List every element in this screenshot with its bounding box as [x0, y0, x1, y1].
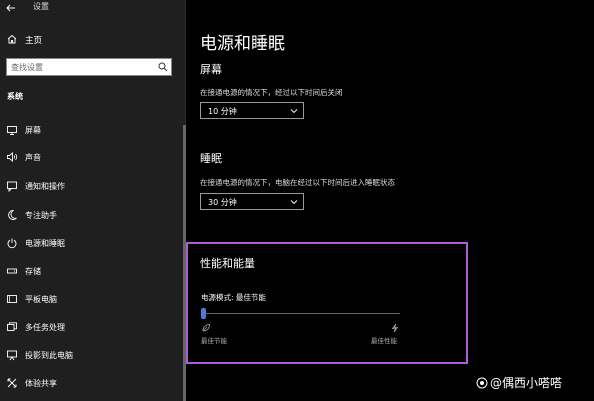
multitask-icon	[7, 322, 17, 331]
sidebar-item-label: 电源和睡眠	[25, 239, 65, 248]
search-icon[interactable]	[158, 62, 168, 72]
tablet-icon	[7, 295, 17, 303]
sidebar-item-label: 屏幕	[25, 126, 41, 135]
sidebar-item-label: 专注助手	[25, 211, 57, 220]
page-title: 电源和睡眠	[200, 34, 285, 54]
back-arrow-icon[interactable]	[5, 2, 17, 14]
sidebar-item-label: 体验共享	[25, 379, 57, 388]
sidebar-item-label: 通知和操作	[25, 182, 65, 191]
sidebar-item-label: 存储	[25, 267, 41, 276]
screen-timeout-dropdown[interactable]: 10 分钟	[200, 102, 304, 119]
sidebar-item-label: 声音	[25, 153, 41, 162]
sidebar-item-multitasking[interactable]: 多任务处理	[0, 316, 183, 338]
watermark: @偶西小嗒嗒	[476, 374, 562, 391]
sidebar: 设置 主页 系统 屏幕 声音 通知和操作	[0, 0, 186, 401]
power-mode-slider[interactable]	[201, 308, 400, 319]
monitor-icon	[7, 126, 17, 135]
screen-timeout-value: 10 分钟	[208, 107, 237, 116]
watermark-text: @偶西小嗒嗒	[490, 376, 563, 390]
sidebar-item-label: 投影到此电脑	[25, 351, 73, 360]
sidebar-item-shared-experiences[interactable]: 体验共享	[0, 372, 183, 394]
screen-heading: 屏幕	[200, 63, 222, 76]
sidebar-item-home[interactable]: 主页	[0, 31, 186, 49]
notification-icon	[7, 181, 17, 192]
search-input[interactable]	[7, 59, 155, 75]
title-bar: 设置	[0, 0, 186, 16]
section-label: 系统	[7, 92, 23, 101]
search-box[interactable]	[6, 58, 172, 76]
project-icon	[7, 350, 17, 361]
power-icon	[7, 238, 17, 249]
storage-icon	[7, 268, 17, 274]
performance-section: 性能和能量 电源模式: 最佳节能 最佳节能 最佳性能	[186, 242, 468, 364]
power-mode-label: 电源模式: 最佳节能	[201, 293, 266, 302]
home-icon	[7, 34, 17, 44]
moon-icon	[8, 210, 17, 220]
chevron-down-icon	[290, 109, 298, 114]
watermark-logo-icon	[476, 377, 488, 389]
sidebar-item-display[interactable]: 屏幕	[0, 119, 183, 141]
sidebar-item-tablet[interactable]: 平板电脑	[0, 288, 183, 310]
sleep-timeout-dropdown[interactable]: 30 分钟	[200, 193, 304, 210]
sidebar-item-label: 多任务处理	[25, 323, 65, 332]
sleep-timeout-value: 30 分钟	[208, 198, 237, 207]
sidebar-item-sound[interactable]: 声音	[0, 146, 183, 168]
home-label: 主页	[25, 36, 43, 46]
sidebar-item-power-sleep[interactable]: 电源和睡眠	[0, 232, 183, 254]
leaf-icon	[202, 324, 210, 332]
sidebar-item-focus-assist[interactable]: 专注助手	[0, 204, 183, 226]
share-icon	[7, 378, 17, 388]
speaker-icon	[7, 152, 18, 162]
lightning-icon	[391, 323, 399, 333]
performance-heading: 性能和能量	[200, 257, 255, 270]
sleep-heading: 睡眠	[200, 152, 222, 165]
best-efficiency-label: 最佳节能	[201, 337, 227, 345]
sidebar-item-storage[interactable]: 存储	[0, 260, 183, 282]
main-content: 电源和睡眠 屏幕 在接通电源的情况下，经过以下时间后关闭 10 分钟 睡眠 在接…	[186, 0, 594, 401]
sleep-description: 在接通电源的情况下，电脑在经过以下时间后进入睡眠状态	[200, 178, 395, 187]
sidebar-item-notifications[interactable]: 通知和操作	[0, 175, 183, 197]
screen-description: 在接通电源的情况下，经过以下时间后关闭	[200, 88, 343, 97]
slider-thumb[interactable]	[201, 308, 206, 319]
window-title: 设置	[33, 2, 49, 11]
sidebar-item-label: 平板电脑	[25, 295, 57, 304]
chevron-down-icon	[290, 200, 298, 205]
best-performance-label: 最佳性能	[371, 337, 397, 345]
sidebar-item-project[interactable]: 投影到此电脑	[0, 344, 183, 366]
